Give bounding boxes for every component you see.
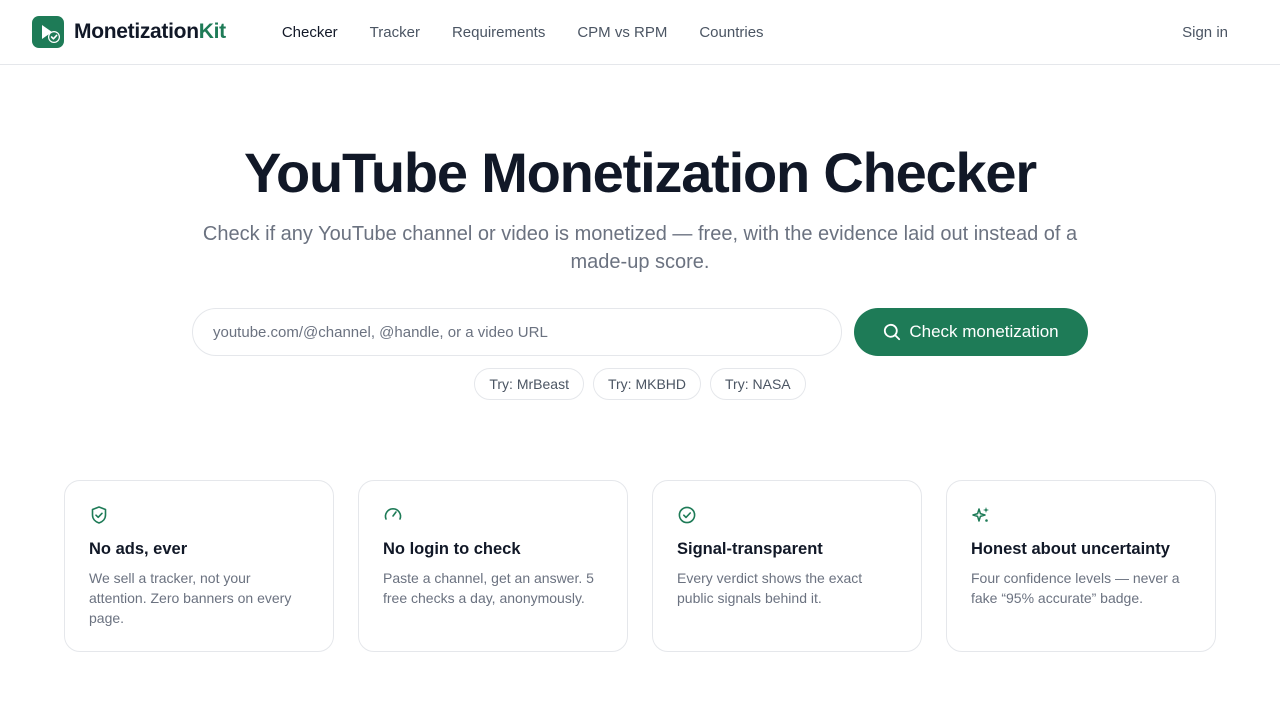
feature-title: No login to check — [383, 540, 521, 558]
nav-item-checker[interactable]: Checker — [266, 0, 354, 65]
page-subtitle: Check if any YouTube channel or video is… — [202, 223, 1078, 273]
sparkles-icon — [972, 507, 989, 522]
nav-item-requirements[interactable]: Requirements — [436, 0, 561, 65]
sign-in-link[interactable]: Sign in — [1182, 24, 1248, 41]
gauge-icon — [384, 508, 402, 520]
example-chips: Try: MrBeast Try: MKBHD Try: NASA — [0, 368, 1280, 400]
check-monetization-label: Check monetization — [909, 322, 1059, 341]
page-title: YouTube Monetization Checker — [244, 141, 1037, 204]
main-nav: Checker Tracker Requirements CPM vs RPM … — [266, 0, 780, 65]
play-check-icon — [32, 16, 64, 48]
brand-logo-link[interactable]: MonetizationKit — [32, 16, 226, 48]
channel-url-input[interactable] — [192, 308, 842, 356]
feature-cards: No ads, ever We sell a tracker, not your… — [64, 480, 1216, 652]
feature-card-honest-uncertainty: Honest about uncertainty Four confidence… — [946, 480, 1216, 652]
nav-item-cpm-vs-rpm[interactable]: CPM vs RPM — [561, 0, 683, 65]
site-header: MonetizationKit Checker Tracker Requirem… — [0, 0, 1280, 65]
nav-item-tracker[interactable]: Tracker — [354, 0, 436, 65]
shield-check-icon — [91, 506, 107, 524]
feature-title: Honest about uncertainty — [971, 540, 1170, 558]
feature-title: Signal-transparent — [677, 540, 823, 558]
example-chip-mkbhd[interactable]: Try: MKBHD — [592, 368, 702, 400]
check-monetization-button[interactable]: Check monetization — [854, 308, 1088, 356]
feature-text: Paste a channel, get an answer. 5 free c… — [383, 570, 594, 606]
feature-text: Four confidence levels — never a fake “9… — [971, 570, 1180, 606]
check-circle-icon — [678, 506, 696, 524]
feature-card-no-ads: No ads, ever We sell a tracker, not your… — [64, 480, 334, 652]
feature-card-no-login: No login to check Paste a channel, get a… — [358, 480, 628, 652]
search-form: Check monetization — [192, 308, 1088, 356]
feature-text: Every verdict shows the exact public sig… — [677, 570, 863, 606]
feature-title: No ads, ever — [89, 540, 188, 558]
nav-item-countries[interactable]: Countries — [683, 0, 779, 65]
example-chip-nasa[interactable]: Try: NASA — [710, 368, 806, 400]
brand-name: MonetizationKit — [74, 20, 226, 43]
search-icon — [884, 323, 901, 341]
feature-text: We sell a tracker, not your attention. Z… — [89, 570, 292, 626]
feature-card-signal-transparent: Signal-transparent Every verdict shows t… — [652, 480, 922, 652]
brand-name-accent: Kit — [198, 20, 226, 43]
example-chip-mrbeast[interactable]: Try: MrBeast — [474, 368, 584, 400]
